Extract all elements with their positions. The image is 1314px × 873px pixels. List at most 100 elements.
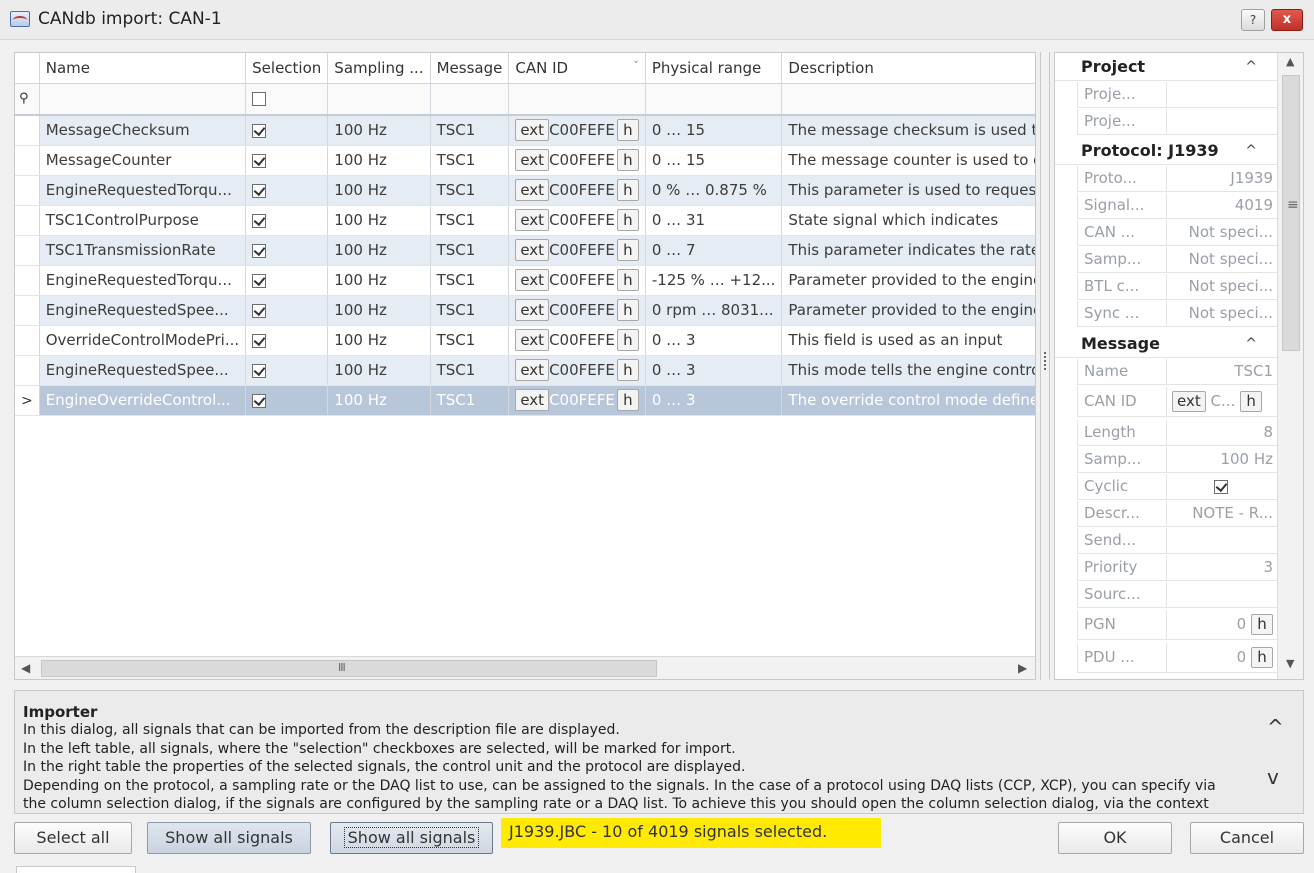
show-all-signals-toggle-button[interactable]: Show all signals <box>330 822 493 854</box>
filter-sampling[interactable] <box>327 83 431 116</box>
filter-icon[interactable]: ⚲ <box>15 83 40 116</box>
row-indicator[interactable] <box>15 355 40 386</box>
prop-canid-ext-button[interactable]: ext <box>1172 391 1206 412</box>
cell-message[interactable]: TSC1 <box>430 265 510 296</box>
cell-range[interactable]: 0 … 7 <box>645 235 783 266</box>
cell-selection[interactable] <box>245 145 329 176</box>
row-indicator[interactable]: > <box>15 385 40 416</box>
prop-pgn-h-button[interactable]: h <box>1251 614 1273 635</box>
cell-sampling[interactable]: 100 Hz <box>327 145 431 176</box>
prop-row-pgn[interactable]: PGN 0 h <box>1077 610 1277 640</box>
cell-sampling[interactable]: 100 Hz <box>327 295 431 326</box>
row-indicator[interactable] <box>15 325 40 356</box>
filter-name[interactable] <box>39 83 247 116</box>
ext-button[interactable]: ext <box>515 359 550 381</box>
row-indicator[interactable] <box>15 265 40 296</box>
cell-message[interactable]: TSC1 <box>430 205 510 236</box>
col-range-header[interactable]: Physical range <box>645 53 783 84</box>
cell-sampling[interactable]: 100 Hz <box>327 205 431 236</box>
collapse-protocol-icon[interactable]: ^ <box>1245 137 1257 165</box>
table-row[interactable]: MessageCounter 100 Hz TSC1 ext C00FEFE h 0 … 1… <box>15 145 1035 176</box>
prop-row-send[interactable]: Send... <box>1077 528 1277 554</box>
cell-selection[interactable] <box>245 385 329 416</box>
scroll-right-icon[interactable]: ▶ <box>1018 661 1027 675</box>
cell-sampling[interactable]: 100 Hz <box>327 265 431 296</box>
row-indicator[interactable] <box>15 205 40 236</box>
hex-button[interactable]: h <box>616 119 639 142</box>
prop-row[interactable]: Proto... J1939 <box>1077 166 1277 192</box>
cell-name[interactable]: MessageChecksum <box>39 115 247 146</box>
cell-description[interactable]: This field is used as an input <box>781 325 1035 356</box>
cell-sampling[interactable]: 100 Hz <box>327 355 431 386</box>
cell-canid[interactable]: ext C00FEFE h <box>508 145 646 176</box>
collapse-project-icon[interactable]: ^ <box>1245 53 1257 81</box>
cell-range[interactable]: 0 … 15 <box>645 145 783 176</box>
cell-sampling[interactable]: 100 Hz <box>327 385 431 416</box>
cell-range[interactable]: 0 … 3 <box>645 325 783 356</box>
ext-button[interactable]: ext <box>515 389 550 411</box>
row-selection-checkbox[interactable] <box>252 393 267 408</box>
hex-button[interactable]: h <box>616 389 639 411</box>
prop-row[interactable]: Signal... 4019 <box>1077 193 1277 219</box>
prop-row-length[interactable]: Length 8 <box>1077 420 1277 446</box>
row-indicator[interactable] <box>15 295 40 326</box>
row-selection-checkbox[interactable] <box>252 303 267 318</box>
prop-row-canid[interactable]: CAN ID ext C... h <box>1077 387 1277 417</box>
ext-button[interactable]: ext <box>515 119 550 142</box>
table-row[interactable]: EngineRequestedTorqu... 100 Hz TSC1 ext C00F… <box>15 265 1035 296</box>
horizontal-scroll-thumb[interactable]: III <box>41 660 657 677</box>
show-all-signals-button[interactable]: Show all signals <box>147 822 311 854</box>
prop-row-description[interactable]: Descr... NOTE - R... <box>1077 501 1277 527</box>
prop-row[interactable]: BTL c... Not speci... <box>1077 274 1277 300</box>
vertical-scroll-thumb[interactable]: ≡ <box>1282 75 1300 351</box>
help-scroll-down-icon[interactable]: v <box>1267 765 1279 789</box>
close-button[interactable]: x <box>1271 9 1303 31</box>
cell-description[interactable]: Parameter provided to the engine <box>781 295 1035 326</box>
table-row[interactable]: MessageChecksum 100 Hz TSC1 ext C00FEFE h 0 … … <box>15 115 1035 146</box>
cell-name[interactable]: TSC1TransmissionRate <box>39 235 247 266</box>
prop-row-sampling[interactable]: Samp... 100 Hz <box>1077 447 1277 473</box>
cell-selection[interactable] <box>245 265 329 296</box>
ok-button[interactable]: OK <box>1058 822 1172 854</box>
ext-button[interactable]: ext <box>515 329 550 351</box>
ext-button[interactable]: ext <box>515 179 550 201</box>
cell-selection[interactable] <box>245 355 329 386</box>
filter-canid[interactable] <box>508 83 646 116</box>
table-row[interactable]: EngineRequestedSpee... 100 Hz TSC1 ext C00FE… <box>15 295 1035 326</box>
cell-sampling[interactable]: 100 Hz <box>327 235 431 266</box>
cell-range[interactable]: 0 … 15 <box>645 115 783 146</box>
row-indicator[interactable] <box>15 175 40 206</box>
ext-button[interactable]: ext <box>515 239 550 261</box>
col-message-header[interactable]: Message <box>430 53 510 84</box>
cell-range[interactable]: 0 rpm … 8031... <box>645 295 783 326</box>
horizontal-scrollbar[interactable]: ◀ III ▶ <box>15 656 1035 679</box>
ext-button[interactable]: ext <box>515 299 550 321</box>
row-indicator[interactable] <box>15 145 40 176</box>
col-name-header[interactable]: Name <box>39 53 247 84</box>
filter-selection[interactable] <box>245 83 329 116</box>
vertical-scrollbar[interactable]: ▲ ≡ ▼ <box>1277 53 1303 679</box>
cell-sampling[interactable]: 100 Hz <box>327 325 431 356</box>
hex-button[interactable]: h <box>616 329 639 351</box>
table-row[interactable]: EngineRequestedSpee... 100 Hz TSC1 ext C00FE… <box>15 355 1035 386</box>
cell-message[interactable]: TSC1 <box>430 295 510 326</box>
cell-name[interactable]: MessageCounter <box>39 145 247 176</box>
cell-range[interactable]: 0 % … 0.875 % <box>645 175 783 206</box>
cell-range[interactable]: -125 % … +12... <box>645 265 783 296</box>
col-description-header[interactable]: Description <box>781 53 1035 84</box>
cell-message[interactable]: TSC1 <box>430 115 510 146</box>
cell-description[interactable]: The message counter is used to detect <box>781 145 1035 176</box>
cell-name[interactable]: OverrideControlModePri... <box>39 325 247 356</box>
prop-row-name[interactable]: Name TSC1 <box>1077 359 1277 385</box>
row-indicator[interactable] <box>15 115 40 146</box>
hex-button[interactable]: h <box>616 209 639 231</box>
cell-range[interactable]: 0 … 31 <box>645 205 783 236</box>
prop-row[interactable]: Sync ... Not speci... <box>1077 301 1277 327</box>
prop-row-cyclic[interactable]: Cyclic <box>1077 474 1277 500</box>
cell-sampling[interactable]: 100 Hz <box>327 175 431 206</box>
cell-name[interactable]: EngineRequestedSpee... <box>39 355 247 386</box>
cell-selection[interactable] <box>245 295 329 326</box>
cell-canid[interactable]: ext C00FEFE h <box>508 295 646 326</box>
collapse-message-icon[interactable]: ^ <box>1245 330 1257 358</box>
cell-canid[interactable]: ext C00FEFE h <box>508 325 646 356</box>
